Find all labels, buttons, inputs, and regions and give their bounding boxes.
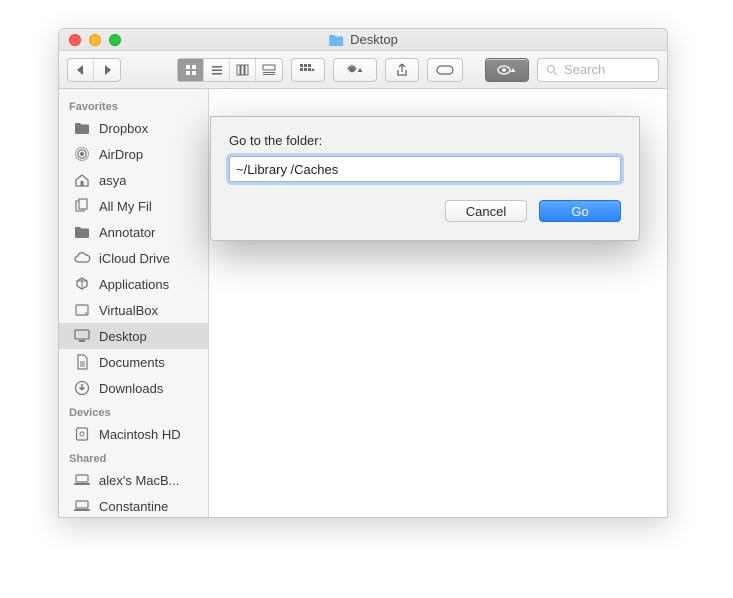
sidebar-item[interactable]: VirtualBox — [59, 297, 208, 323]
search-icon — [546, 64, 558, 76]
airdrop-icon — [73, 145, 91, 163]
sidebar-section-header: Shared — [59, 447, 208, 467]
dialog-label: Go to the folder: — [229, 133, 621, 148]
sidebar-item[interactable]: Dropbox — [59, 115, 208, 141]
folder-icon — [73, 223, 91, 241]
doc-icon — [73, 353, 91, 371]
arrange-button[interactable] — [291, 58, 325, 82]
search-placeholder: Search — [564, 62, 605, 77]
sidebar-item-label: Desktop — [99, 329, 147, 344]
list-view-button[interactable] — [204, 59, 230, 81]
close-window-button[interactable] — [69, 34, 81, 46]
sidebar-item[interactable]: Desktop — [59, 323, 208, 349]
sidebar-section-header: Devices — [59, 401, 208, 421]
sidebar-item-label: Applications — [99, 277, 169, 292]
sidebar-item[interactable]: Macintosh HD — [59, 421, 208, 447]
sidebar-item[interactable]: Annotator — [59, 219, 208, 245]
go-button[interactable]: Go — [539, 200, 621, 222]
search-field[interactable]: Search — [537, 58, 659, 82]
action-button[interactable] — [333, 58, 377, 82]
window-title: Desktop — [350, 32, 398, 47]
sidebar-item-label: iCloud Drive — [99, 251, 170, 266]
laptop-icon — [73, 497, 91, 515]
sidebar: Favorites Dropbox AirDrop asya All My Fil Ann… — [59, 89, 209, 517]
sidebar-item-label: Annotator — [99, 225, 155, 240]
sidebar-item-label: Documents — [99, 355, 165, 370]
sidebar-item-label: Dropbox — [99, 121, 148, 136]
view-switcher — [177, 58, 283, 82]
minimize-window-button[interactable] — [89, 34, 101, 46]
sidebar-item-label: Constantine — [99, 499, 168, 514]
titlebar: Desktop — [59, 29, 667, 51]
share-button[interactable] — [385, 58, 419, 82]
laptop-icon — [73, 471, 91, 489]
back-button[interactable] — [68, 59, 94, 81]
home-icon — [73, 171, 91, 189]
window-controls — [69, 34, 121, 46]
zoom-window-button[interactable] — [109, 34, 121, 46]
sidebar-item-label: asya — [99, 173, 126, 188]
sidebar-item[interactable]: iCloud Drive — [59, 245, 208, 271]
forward-button[interactable] — [94, 59, 120, 81]
quicklook-button[interactable] — [485, 58, 529, 82]
sidebar-item-label: alex's MacB... — [99, 473, 180, 488]
toolbar: Search — [59, 51, 667, 89]
sidebar-item[interactable]: Downloads — [59, 375, 208, 401]
nav-buttons — [67, 58, 121, 82]
download-icon — [73, 379, 91, 397]
hdd-icon — [73, 425, 91, 443]
sidebar-item[interactable]: All My Fil — [59, 193, 208, 219]
sidebar-item[interactable]: alex's MacB... — [59, 467, 208, 493]
sidebar-item-label: AirDrop — [99, 147, 143, 162]
folder-icon — [328, 34, 344, 46]
sidebar-item[interactable]: Constantine — [59, 493, 208, 517]
sidebar-item[interactable]: AirDrop — [59, 141, 208, 167]
sidebar-item[interactable]: asya — [59, 167, 208, 193]
sidebar-item-label: VirtualBox — [99, 303, 158, 318]
coverflow-view-button[interactable] — [256, 59, 282, 81]
desktop-icon — [73, 327, 91, 345]
cancel-button[interactable]: Cancel — [445, 200, 527, 222]
sidebar-item[interactable]: Applications — [59, 271, 208, 297]
disk-icon — [73, 301, 91, 319]
icon-view-button[interactable] — [178, 59, 204, 81]
column-view-button[interactable] — [230, 59, 256, 81]
apps-icon — [73, 275, 91, 293]
allfiles-icon — [73, 197, 91, 215]
finder-window: Desktop — [58, 28, 668, 518]
sidebar-item[interactable]: Documents — [59, 349, 208, 375]
go-to-folder-dialog: Go to the folder: Cancel Go — [210, 116, 640, 241]
sidebar-item-label: Downloads — [99, 381, 163, 396]
sidebar-item-label: All My Fil — [99, 199, 152, 214]
sidebar-item-label: Macintosh HD — [99, 427, 181, 442]
folder-path-input[interactable] — [229, 156, 621, 182]
sidebar-section-header: Favorites — [59, 95, 208, 115]
folder-icon — [73, 119, 91, 137]
cloud-icon — [73, 249, 91, 267]
tags-button[interactable] — [427, 58, 463, 82]
